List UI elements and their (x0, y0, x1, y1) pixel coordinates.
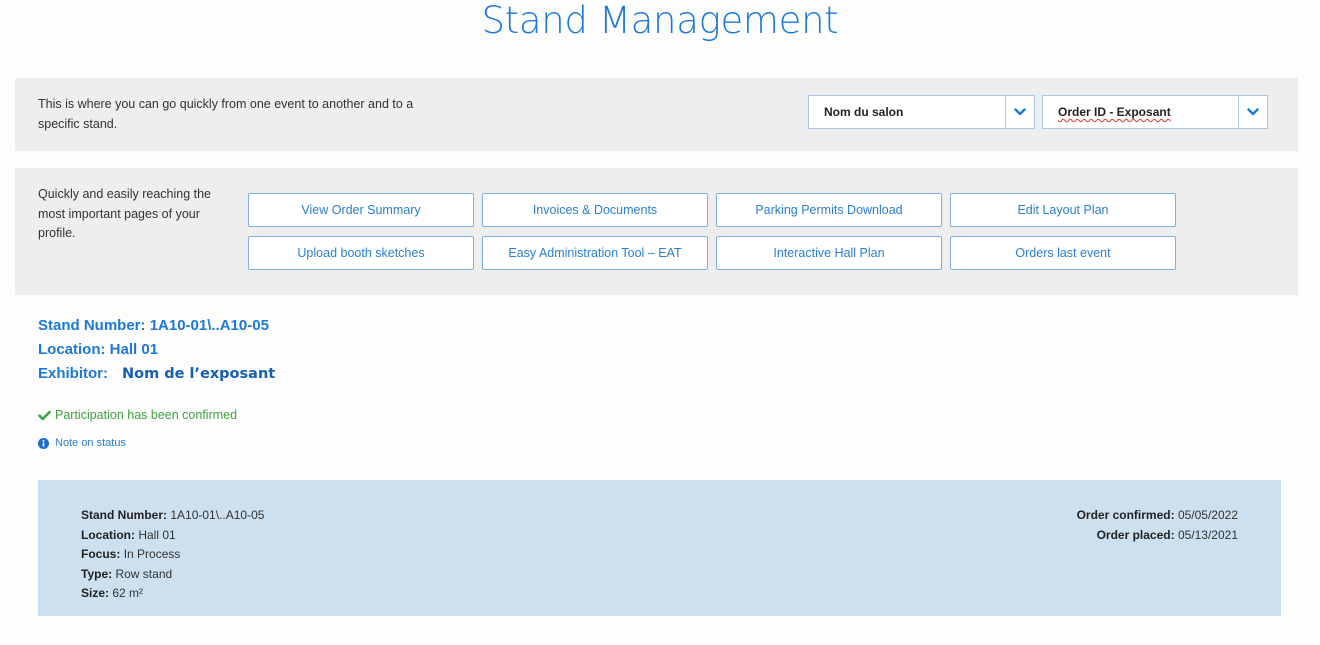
detail-label: Focus: (81, 547, 121, 561)
stand-number-line: Stand Number: 1A10-01\..A10-05 (38, 314, 275, 338)
detail-label: Order confirmed: (1076, 508, 1175, 522)
detail-label: Location: (81, 527, 135, 542)
easy-administration-tool-button[interactable]: Easy Administration Tool – EAT (482, 236, 708, 270)
interactive-hall-plan-button[interactable]: Interactive Hall Plan (716, 236, 942, 270)
edit-layout-plan-button[interactable]: Edit Layout Plan (950, 193, 1176, 227)
view-order-summary-button[interactable]: View Order Summary (248, 193, 474, 227)
event-select-value: Nom du salon (824, 105, 904, 119)
exhibitor-name: Nom de l’exposant (122, 366, 276, 382)
detail-label: Stand Number: (81, 508, 168, 522)
invoices-documents-button[interactable]: Invoices & Documents (482, 193, 708, 227)
detail-row: Stand Number: 1A10-01\..A10-05 (81, 506, 264, 526)
detail-row: Order placed: 05/13/2021 (1077, 526, 1238, 546)
stand-number-value: 1A10-01\..A10-05 (149, 317, 269, 334)
detail-value: 1A10-01\..A10-05 (170, 508, 265, 522)
detail-label: Size: (81, 586, 110, 600)
detail-row: Type: Row stand (81, 565, 264, 585)
location-line: Location: Hall 01 (38, 338, 275, 362)
participation-status-text: Participation has been confirmed (55, 408, 238, 422)
stand-number-label: Stand Number: (38, 317, 146, 334)
detail-value: Row stand (115, 566, 173, 581)
location-value: Hall 01 (109, 341, 159, 358)
stand-details-box: Stand Number: 1A10-01\..A10-05 Location:… (38, 480, 1281, 616)
detail-label: Type: (81, 566, 113, 581)
order-select[interactable]: Order ID - Exposant (1042, 95, 1268, 129)
order-select-value: Order ID - Exposant (1058, 105, 1171, 119)
detail-value: 62 m² (112, 586, 144, 600)
detail-value: 05/13/2021 (1177, 527, 1238, 542)
detail-row: Focus: In Process (81, 545, 264, 565)
detail-row: Size: 62 m² (81, 584, 264, 604)
info-circle-icon (38, 437, 49, 449)
page-title: Stand Management (481, 0, 839, 42)
order-select-toggle[interactable] (1238, 96, 1267, 128)
detail-row: Order confirmed: 05/05/2022 (1077, 506, 1238, 526)
chevron-down-icon (1247, 108, 1259, 116)
detail-label: Order placed: (1096, 527, 1175, 542)
detail-row: Location: Hall 01 (81, 526, 264, 546)
chevron-down-icon (1014, 108, 1026, 116)
exhibitor-label: Exhibitor: (38, 365, 108, 382)
participation-status: Participation has been confirmed (38, 408, 237, 422)
event-select-toggle[interactable] (1005, 96, 1034, 128)
orders-last-event-button[interactable]: Orders last event (950, 236, 1176, 270)
event-navigation-panel: This is where you can go quickly from on… (15, 78, 1298, 151)
stand-summary: Stand Number: 1A10-01\..A10-05 Location:… (38, 314, 275, 386)
event-navigation-description: This is where you can go quickly from on… (38, 97, 414, 131)
upload-booth-sketches-button[interactable]: Upload booth sketches (248, 236, 474, 270)
detail-value: In Process (123, 547, 181, 561)
detail-value: 05/05/2022 (1177, 508, 1238, 522)
note-on-status-text: Note on status (55, 437, 126, 449)
check-icon (38, 410, 51, 420)
location-label: Location: (38, 341, 106, 358)
note-on-status-link[interactable]: Note on status (38, 437, 126, 449)
quick-links-description: Quickly and easily reaching the most imp… (38, 187, 212, 240)
quick-links-panel: Quickly and easily reaching the most imp… (15, 168, 1298, 295)
parking-permits-download-button[interactable]: Parking Permits Download (716, 193, 942, 227)
stand-details-left: Stand Number: 1A10-01\..A10-05 Location:… (81, 506, 264, 604)
event-select[interactable]: Nom du salon (808, 95, 1035, 129)
detail-value: Hall 01 (138, 527, 176, 542)
order-dates: Order confirmed: 05/05/2022 Order placed… (1077, 506, 1238, 545)
exhibitor-line: Exhibitor: Nom de l’exposant (38, 362, 275, 386)
